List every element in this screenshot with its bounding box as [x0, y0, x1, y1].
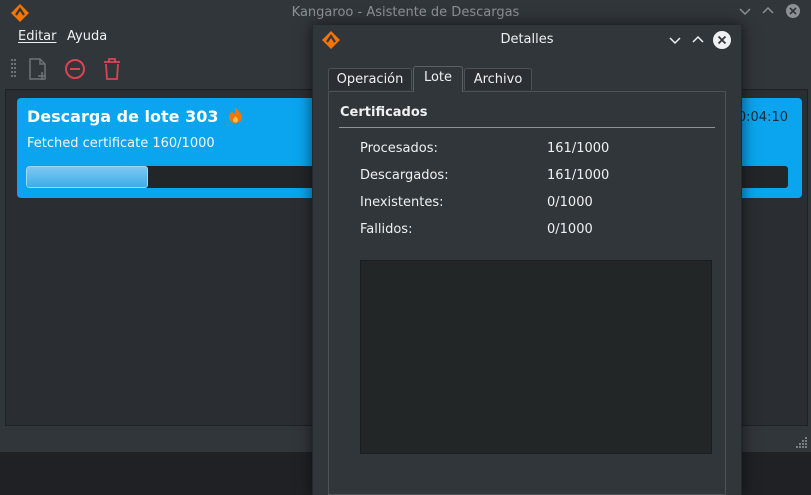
stat-value: 161/1000 [547, 168, 610, 183]
stat-row-fallidos: Fallidos: 0/1000 [360, 222, 700, 240]
job-progress-fill [26, 166, 148, 188]
stat-value: 161/1000 [547, 141, 610, 156]
window-title: Kangaroo - Asistente de Descargas [291, 5, 520, 20]
log-area[interactable] [360, 260, 712, 454]
stat-label: Inexistentes: [360, 195, 444, 210]
menu-ayuda[interactable]: Ayuda [67, 29, 107, 44]
menu-editar[interactable]: Editar [18, 29, 57, 44]
minimize-icon[interactable] [737, 3, 753, 19]
size-grip[interactable] [796, 437, 808, 449]
stat-value: 0/1000 [547, 222, 593, 237]
job-status: Fetched certificate 160/1000 [27, 136, 215, 151]
tab-archivo[interactable]: Archivo [464, 68, 532, 90]
tab-operacion[interactable]: Operación [328, 68, 412, 90]
stop-icon[interactable] [62, 56, 88, 82]
menu-ayuda-label: Ayuda [67, 29, 108, 44]
fire-icon [229, 107, 243, 123]
close-icon[interactable] [785, 3, 801, 19]
dialog-titlebar[interactable]: Detalles [313, 25, 741, 55]
stat-row-procesados: Procesados: 161/1000 [360, 141, 700, 159]
job-elapsed-time: 0:04:10 [737, 110, 788, 125]
tab-lote-label: Lote [423, 70, 453, 85]
toolbar-handle[interactable] [11, 59, 17, 79]
tab-operacion-label: Operación [336, 72, 404, 87]
stat-label: Descargados: [360, 168, 449, 183]
tab-archivo-label: Archivo [473, 72, 523, 87]
minimize-icon[interactable] [667, 32, 683, 48]
main-titlebar[interactable]: Kangaroo - Asistente de Descargas [0, 0, 811, 25]
group-title: Certificados [340, 105, 428, 120]
delete-icon[interactable] [99, 56, 125, 82]
maximize-icon[interactable] [760, 3, 776, 19]
job-title-text: Descarga de lote 303 [27, 107, 219, 126]
details-dialog: Detalles Operación Lote Archivo Certific… [312, 25, 742, 495]
stat-value: 0/1000 [547, 195, 593, 210]
group-separator [339, 127, 715, 128]
job-title: Descarga de lote 303 [27, 106, 244, 126]
stat-row-inexistentes: Inexistentes: 0/1000 [360, 195, 700, 213]
tab-lote[interactable]: Lote [413, 66, 463, 92]
close-icon[interactable] [712, 30, 732, 50]
tab-panel-lote: Certificados Procesados: 161/1000 Descar… [328, 91, 726, 495]
menu-editar-label: Editar [18, 29, 57, 44]
maximize-icon[interactable] [690, 32, 706, 48]
stat-row-descargados: Descargados: 161/1000 [360, 168, 700, 186]
stat-label: Procesados: [360, 141, 438, 156]
stat-label: Fallidos: [360, 222, 413, 237]
new-document-icon[interactable] [25, 56, 51, 82]
